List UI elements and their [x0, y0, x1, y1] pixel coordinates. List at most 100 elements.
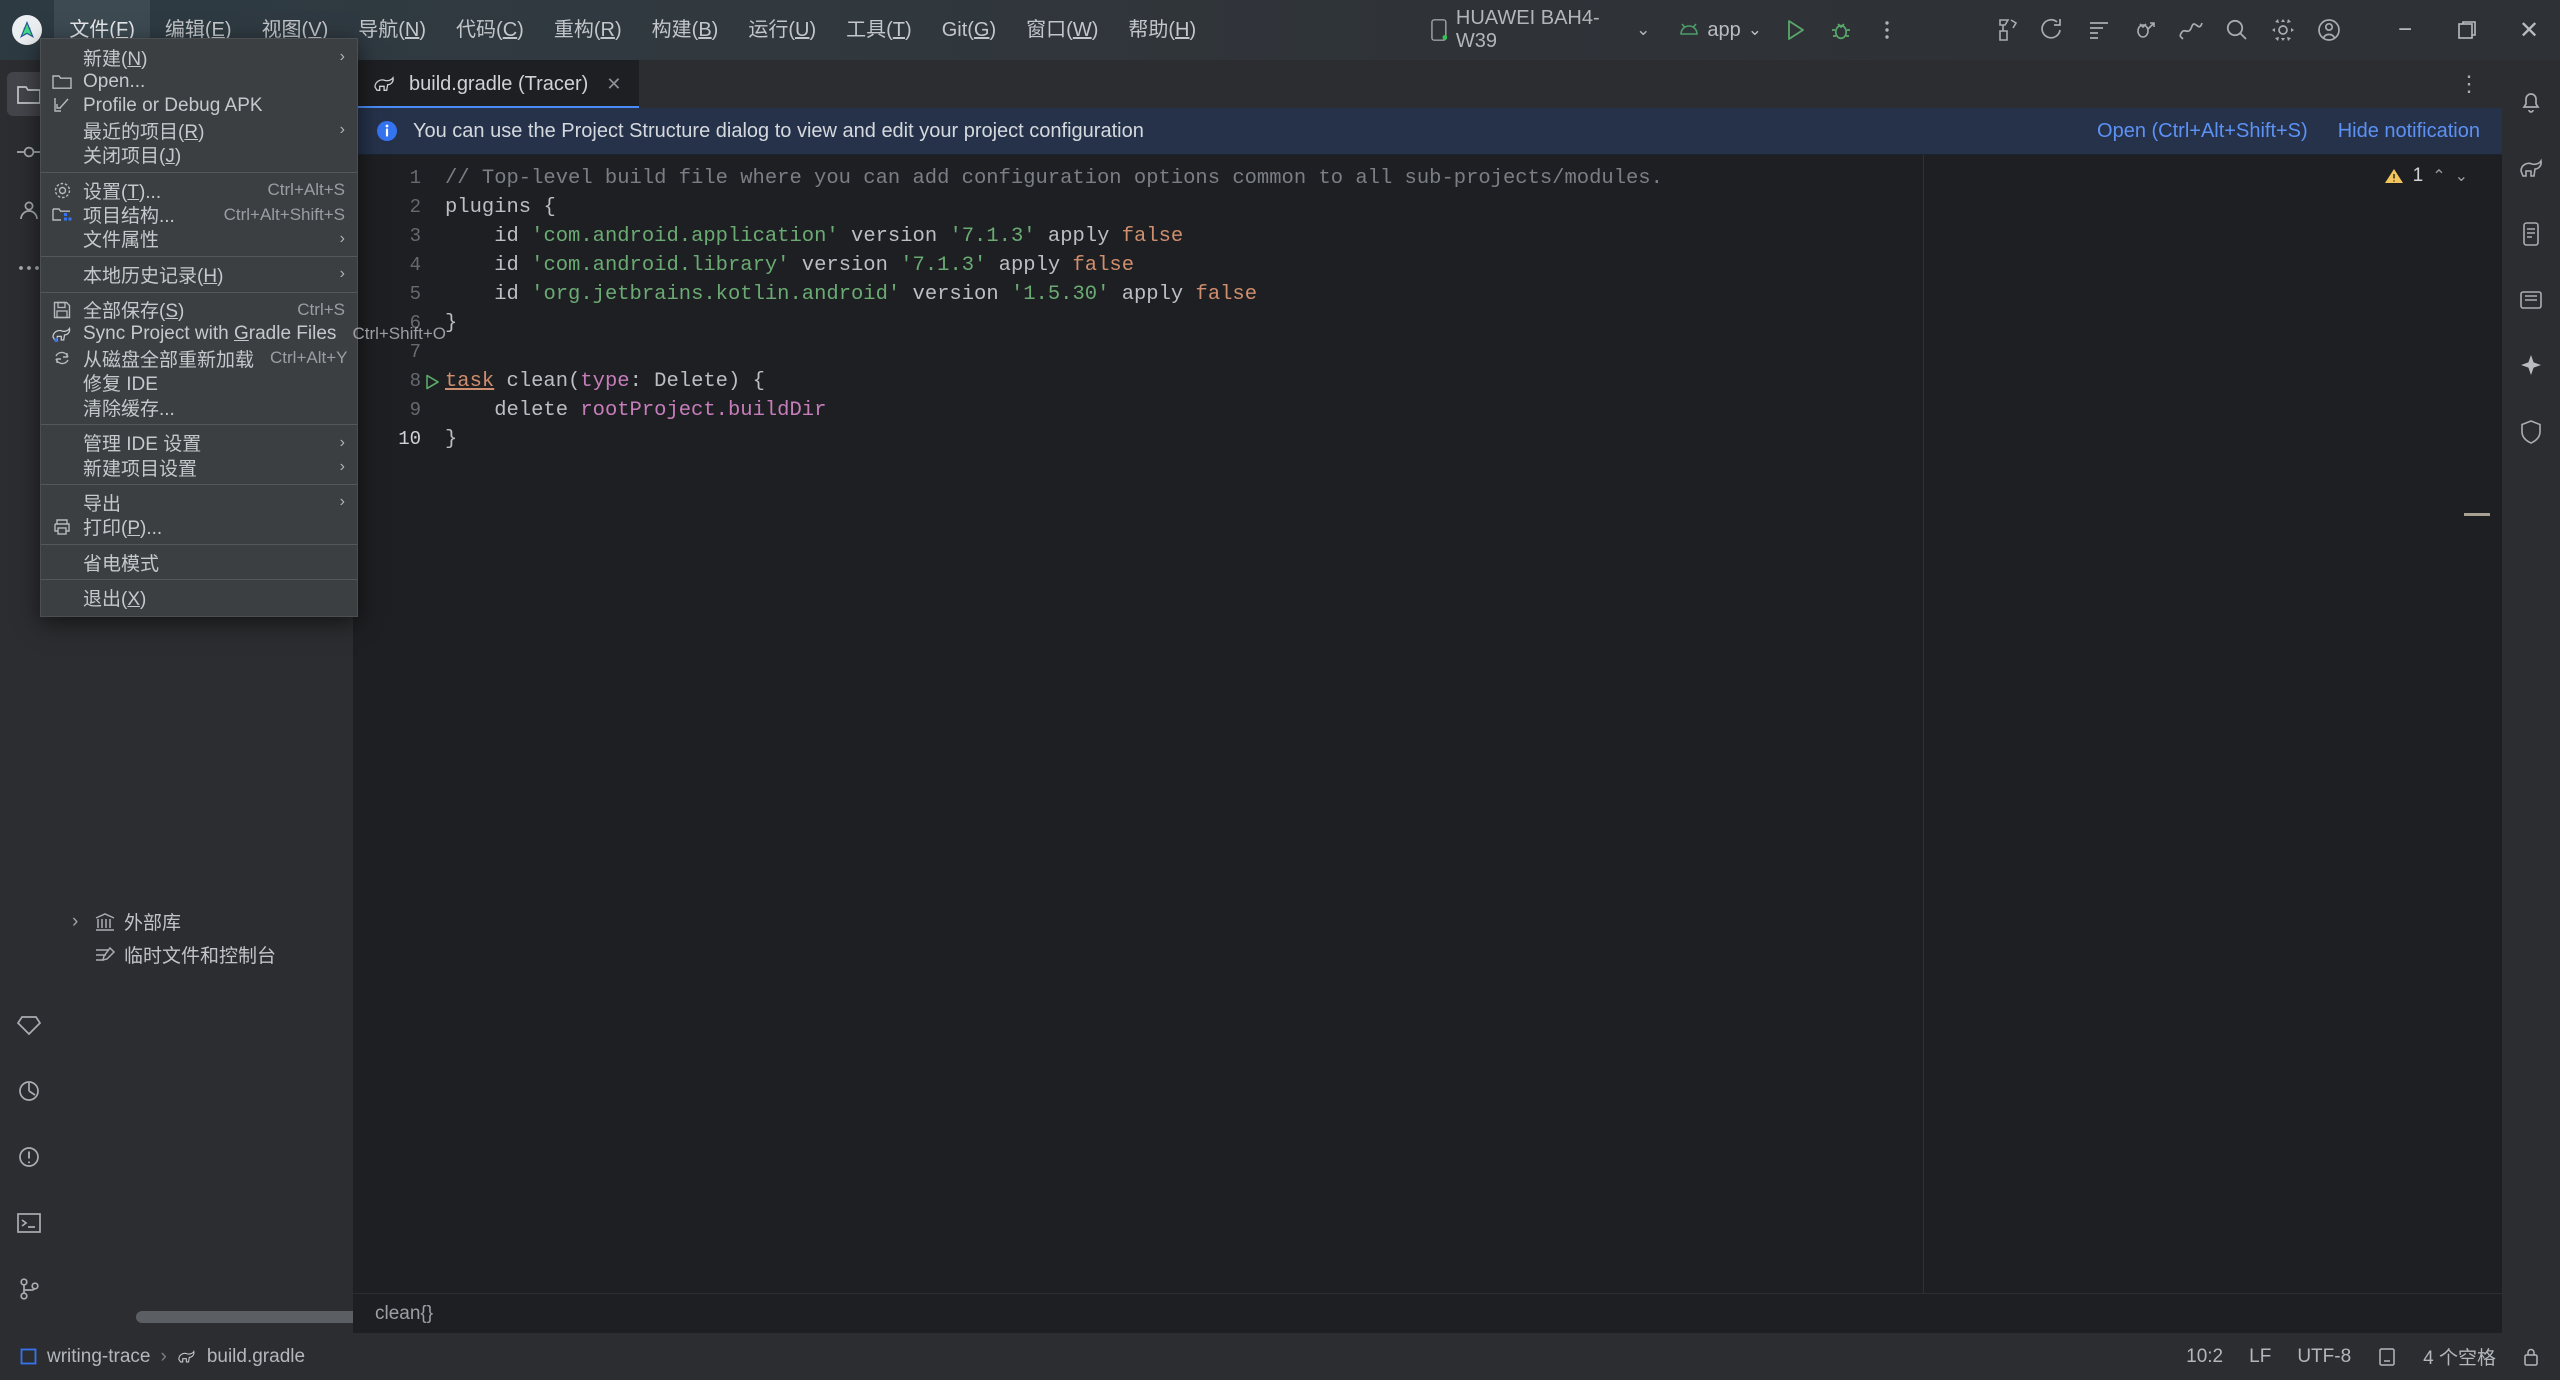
lock-icon[interactable]: [2522, 1347, 2540, 1367]
menu-item-recent-projects[interactable]: 最近的项目(R) ›: [41, 118, 357, 143]
right-margin-guide: [1923, 155, 1924, 1293]
menu-item-save-all[interactable]: 全部保存(S) Ctrl+S: [41, 298, 357, 322]
settings-gear-icon[interactable]: [2260, 0, 2306, 60]
hammer-glyph: [1999, 19, 2018, 41]
line-number: 10: [398, 428, 421, 450]
toolbar-right: − ✕: [1762, 0, 2560, 60]
sidebar-item-gradle[interactable]: [2509, 146, 2553, 190]
run-button[interactable]: [1772, 0, 1818, 60]
gear-glyph: [2272, 19, 2294, 41]
sidebar-item-problems[interactable]: [7, 1135, 51, 1179]
submenu-chevron-icon: ›: [339, 433, 345, 451]
sidebar-item-device-file-explorer[interactable]: [2509, 212, 2553, 256]
menu-git[interactable]: Git(G): [927, 0, 1011, 60]
notification-open-link[interactable]: Open (Ctrl+Alt+Shift+S): [2097, 120, 2308, 143]
code-text[interactable]: // Top-level build file where you can ad…: [445, 155, 2502, 454]
menu-item-power-save-mode[interactable]: 省电模式: [41, 550, 357, 575]
menu-run[interactable]: 运行(U): [733, 0, 831, 60]
code-editor[interactable]: 1 2 3 4 5 6 7 8 9 10 // Top-level build …: [353, 155, 2502, 1293]
minimize-icon: −: [2397, 16, 2412, 43]
chevron-right-icon[interactable]: ›: [72, 911, 86, 933]
gradle-file-icon: [374, 75, 394, 91]
menu-tools[interactable]: 工具(T): [831, 0, 927, 60]
run-task-gutter-icon[interactable]: [423, 367, 445, 396]
status-indent[interactable]: 4 个空格: [2423, 1343, 2496, 1370]
sdk-manager-icon[interactable]: [2122, 0, 2168, 60]
menu-item-settings[interactable]: 设置(T)... Ctrl+Alt+S: [41, 178, 357, 203]
sidebar-item-emulator[interactable]: [2509, 278, 2553, 322]
menu-item-project-structure[interactable]: 项目结构... Ctrl+Alt+Shift+S: [41, 202, 357, 227]
library-icon: [95, 912, 115, 931]
menu-item-new-projects-setup[interactable]: 新建项目设置 ›: [41, 455, 357, 480]
avd-manager-icon[interactable]: [2076, 0, 2122, 60]
submenu-chevron-icon: ›: [339, 48, 345, 66]
maximize-button[interactable]: [2436, 0, 2498, 60]
chevron-down-icon: ⌄: [1747, 20, 1762, 39]
inspection-widget[interactable]: 1 ⌃ ⌄: [2384, 165, 2468, 187]
menu-item-profile-or-debug-apk[interactable]: Profile or Debug APK: [41, 94, 357, 118]
sidebar-item-gem[interactable]: [7, 1003, 51, 1047]
status-encoding[interactable]: UTF-8: [2297, 1346, 2351, 1368]
chevron-up-icon[interactable]: ⌃: [2432, 166, 2445, 186]
device-selector[interactable]: HUAWEI BAH4-W39 ⌄: [1431, 7, 1650, 53]
status-file-label[interactable]: build.gradle: [207, 1346, 305, 1368]
menu-item-invalidate-caches-label: 清除缓存...: [83, 398, 175, 420]
line-number: 3: [409, 225, 421, 247]
status-bar-right: 10:2 LF UTF-8 4 个空格: [2186, 1343, 2540, 1370]
exclamation-circle-icon: [19, 1147, 39, 1167]
more-actions-button[interactable]: [1864, 0, 1910, 60]
profiler-icon[interactable]: [2168, 0, 2214, 60]
minimize-button[interactable]: −: [2374, 0, 2436, 60]
chevron-down-icon[interactable]: ⌄: [2455, 166, 2468, 186]
menu-item-repair-ide[interactable]: 修复 IDE: [41, 371, 357, 395]
editor-breadcrumb[interactable]: clean{}: [353, 1293, 2502, 1333]
build-hammer-icon[interactable]: [1984, 0, 2030, 60]
account-icon[interactable]: [2306, 0, 2352, 60]
status-project-label[interactable]: writing-trace: [47, 1346, 150, 1368]
run-configuration-selector[interactable]: app ⌄: [1678, 19, 1762, 42]
menu-item-close-project[interactable]: 关闭项目(J): [41, 143, 357, 167]
debug-button[interactable]: [1818, 0, 1864, 60]
tree-row-scratches[interactable]: 临时文件和控制台: [58, 938, 353, 971]
sidebar-item-notifications[interactable]: [2509, 80, 2553, 124]
menu-item-reload-all-from-disk[interactable]: 从磁盘全部重新加载 Ctrl+Alt+Y: [41, 346, 357, 371]
menu-help[interactable]: 帮助(H): [1113, 0, 1211, 60]
device-name-label: HUAWEI BAH4-W39: [1455, 7, 1600, 52]
menu-item-local-history[interactable]: 本地历史记录(H) ›: [41, 262, 357, 287]
menu-window[interactable]: 窗口(W): [1011, 0, 1113, 60]
menu-item-new[interactable]: 新建(N) ›: [41, 45, 357, 70]
menu-item-exit[interactable]: 退出(X): [41, 585, 357, 610]
menu-item-export[interactable]: 导出 ›: [41, 490, 357, 515]
menu-build[interactable]: 构建(B): [637, 0, 734, 60]
menu-item-open[interactable]: Open...: [41, 69, 357, 93]
sidebar-item-security[interactable]: [2509, 410, 2553, 454]
menu-item-file-properties[interactable]: 文件属性 ›: [41, 227, 357, 252]
menu-item-invalidate-caches[interactable]: 清除缓存...: [41, 395, 357, 420]
editor-scrollbar-marker[interactable]: [2464, 513, 2490, 516]
editor-tab-options-button[interactable]: ⋮: [2436, 60, 2502, 108]
menu-item-print[interactable]: 打印(P)...: [41, 515, 357, 539]
menu-code[interactable]: 代码(C): [441, 0, 539, 60]
sidebar-item-terminal[interactable]: [7, 1201, 51, 1245]
status-caret-position[interactable]: 10:2: [2186, 1346, 2223, 1368]
search-everywhere-icon[interactable]: [2214, 0, 2260, 60]
editor-area: build.gradle (Tracer) ✕ ⋮ You can use th…: [353, 60, 2502, 1333]
sidebar-item-git[interactable]: [7, 1267, 51, 1311]
menu-item-manage-ide-settings[interactable]: 管理 IDE 设置 ›: [41, 430, 357, 456]
editor-tab-build-gradle[interactable]: build.gradle (Tracer) ✕: [353, 60, 640, 108]
sync-gradle-icon[interactable]: [2030, 0, 2076, 60]
tree-row-external-libraries[interactable]: › 外部库: [58, 905, 353, 938]
sidebar-item-build-analyzer[interactable]: [7, 1069, 51, 1113]
sidebar-item-assistant[interactable]: [2509, 344, 2553, 388]
menu-item-sync-project-with-gradle-files[interactable]: Sync Project with Gradle Files Ctrl+Shif…: [41, 322, 446, 346]
tree-label-scratches: 临时文件和控制台: [124, 946, 277, 967]
close-button[interactable]: ✕: [2498, 0, 2560, 60]
notification-hide-link[interactable]: Hide notification: [2338, 120, 2480, 143]
play-triangle-icon: [1788, 20, 1804, 40]
read-only-icon[interactable]: [2377, 1347, 2397, 1367]
menu-refactor[interactable]: 重构(R): [539, 0, 637, 60]
status-line-separator[interactable]: LF: [2249, 1346, 2271, 1368]
save-icon: [41, 301, 83, 319]
close-icon[interactable]: ✕: [606, 74, 621, 95]
notification-text: You can use the Project Structure dialog…: [413, 119, 1144, 142]
